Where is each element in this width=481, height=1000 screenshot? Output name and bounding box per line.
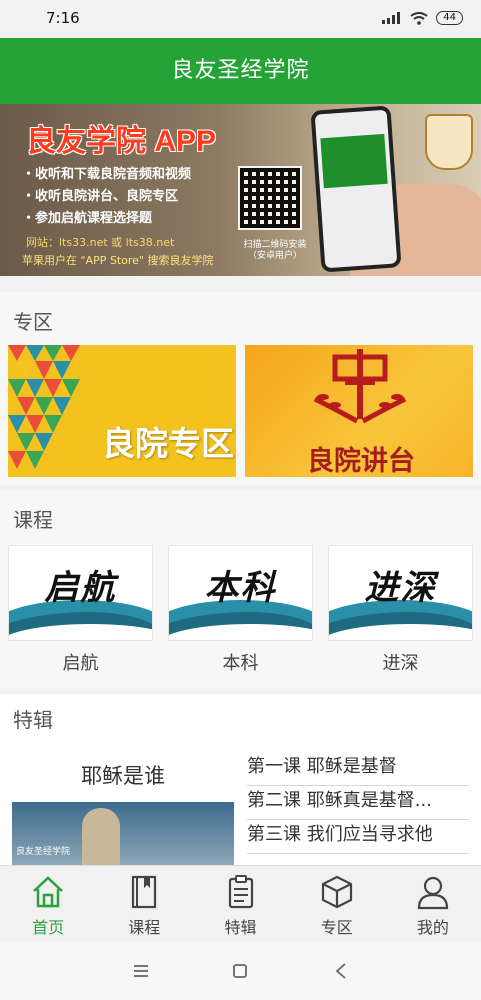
course-caption: 进深 — [382, 653, 419, 674]
tab-label: 专区 — [320, 918, 353, 937]
signal-icon — [382, 12, 401, 24]
section-title-courses: 课程 — [13, 508, 53, 532]
status-bar: 7:16 44 — [0, 0, 481, 38]
status-icons: 44 — [382, 11, 463, 25]
zone-tile-lyzq[interactable]: 良院专区 — [8, 345, 236, 477]
tab-label: 我的 — [416, 918, 449, 937]
course-image-word: 本科 — [204, 568, 277, 608]
school-emblem-icon — [425, 114, 473, 170]
feature-title: 耶稣是谁 — [81, 764, 165, 788]
home-icon — [33, 876, 63, 908]
course-image: 启航 — [8, 545, 153, 641]
tab-home[interactable]: 首页 — [0, 866, 96, 942]
feature-logo: 良友圣经学院 — [16, 847, 71, 857]
banner-line: ・收听和下载良院音频和视频 — [22, 167, 192, 182]
course-image-word: 进深 — [364, 568, 437, 608]
user-icon — [417, 876, 449, 910]
section-title-features: 特辑 — [13, 708, 53, 732]
promo-banner[interactable]: 良友学院 APP ・收听和下载良院音频和视频 ・收听良院讲台、良院专区 ・参加启… — [0, 104, 481, 276]
qr-code — [238, 166, 302, 230]
banner-title: 良友学院 APP — [26, 125, 217, 158]
lesson-item[interactable]: 第一课 耶稣是基督 — [247, 752, 469, 786]
zone-tile-label: 良院专区 — [102, 424, 234, 463]
book-icon — [132, 875, 157, 909]
back-icon[interactable] — [334, 962, 348, 980]
system-nav-bar — [0, 942, 481, 1000]
tab-zone[interactable]: 专区 — [289, 866, 385, 942]
banner-lines: ・收听和下载良院音频和视频 ・收听良院讲台、良院专区 ・参加启航课程选择题 — [22, 164, 191, 230]
course-card-jinshen[interactable]: 进深 进深 — [328, 545, 473, 675]
menu-icon[interactable] — [133, 964, 149, 978]
triangle-pattern-icon — [8, 345, 80, 469]
feature-image: 良友圣经学院 — [12, 802, 234, 866]
tab-label: 首页 — [32, 918, 65, 937]
lesson-item[interactable]: 第二课 耶稣真是基督... — [247, 786, 469, 820]
bottom-tab-bar: 首页 课程 特辑 专区 我的 — [0, 865, 481, 942]
course-image-word: 启航 — [44, 568, 117, 608]
tab-features[interactable]: 特辑 — [192, 866, 288, 942]
zone-tile-lyjt[interactable]: 良院讲台 — [245, 345, 473, 477]
clipboard-icon — [228, 875, 253, 909]
banner-site: 网站：lts33.net 或 lts38.net — [26, 236, 175, 249]
banner-line: ・参加启航课程选择题 — [22, 211, 153, 226]
feature-lesson-list: 第一课 耶稣是基督 第二课 耶稣真是基督... 第三课 我们应当寻求他 — [247, 752, 469, 854]
tab-courses[interactable]: 课程 — [96, 866, 192, 942]
home-square-icon[interactable] — [232, 963, 248, 979]
phone-illustration — [310, 105, 402, 273]
tab-label: 特辑 — [224, 918, 257, 937]
lesson-item[interactable]: 第三课 我们应当寻求他 — [247, 820, 469, 854]
zone-tile-label: 良院讲台 — [307, 446, 415, 477]
course-card-qihang[interactable]: 启航 启航 — [8, 545, 153, 675]
course-caption: 本科 — [222, 653, 259, 674]
banner-appstore-note: 苹果用户在 "APP Store" 搜索良友学院 — [22, 254, 214, 267]
app-title-bar: 良友圣经学院 — [0, 38, 481, 104]
qr-note: 扫描二维码安装（安卓用户） — [243, 240, 307, 261]
feature-card[interactable]: 耶稣是谁 良友圣经学院 — [12, 760, 234, 866]
section-title-zone: 专区 — [13, 310, 53, 334]
course-card-benke[interactable]: 本科 本科 — [168, 545, 313, 675]
app-title: 良友圣经学院 — [171, 58, 310, 83]
pulpit-emblem-icon — [313, 349, 407, 424]
courses-section: 课程 启航 启航 本科 本科 进深 进深 — [0, 490, 481, 688]
banner-line: ・收听良院讲台、良院专区 — [22, 189, 179, 204]
wifi-icon — [410, 11, 428, 25]
battery-indicator: 44 — [436, 11, 463, 25]
course-image: 进深 — [328, 545, 473, 641]
zone-section: 专区 良院专区 良院讲台 — [0, 292, 481, 485]
tab-profile[interactable]: 我的 — [385, 866, 481, 942]
course-image: 本科 — [168, 545, 313, 641]
cube-icon — [321, 875, 352, 909]
course-caption: 启航 — [62, 653, 99, 674]
jesus-figure-illustration — [82, 808, 120, 866]
status-time: 7:16 — [46, 9, 80, 27]
tab-label: 课程 — [128, 918, 161, 937]
